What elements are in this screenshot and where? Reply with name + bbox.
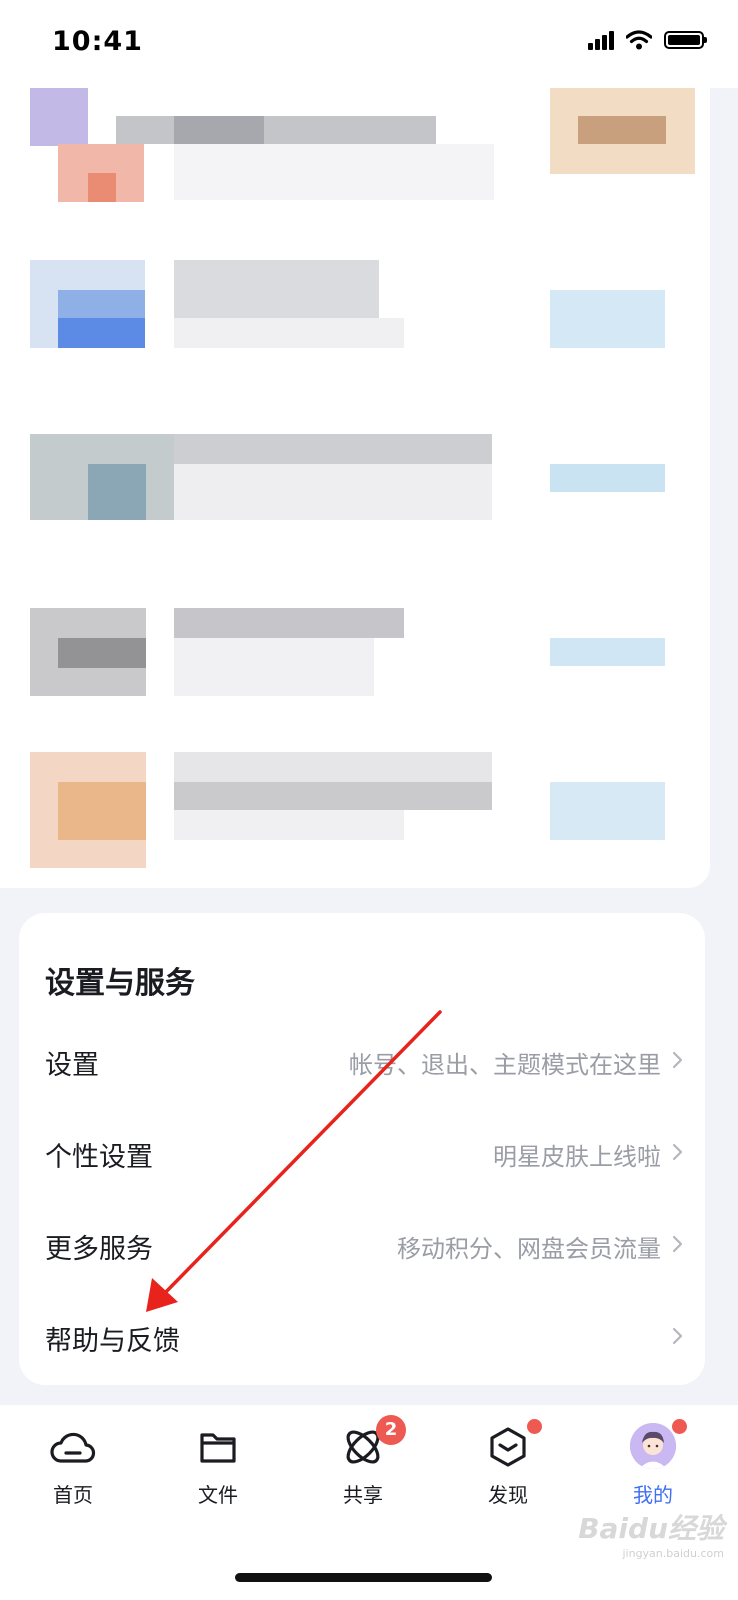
nav-home-label: 首页	[53, 1483, 93, 1507]
discover-dot-badge	[527, 1419, 542, 1434]
redacted-list-item[interactable]	[0, 260, 710, 410]
nav-home[interactable]: 首页	[18, 1423, 128, 1513]
share-badge: 2	[376, 1415, 406, 1445]
more-services-row-desc: 移动积分、网盘会员流量	[397, 1235, 661, 1263]
redacted-list-item[interactable]	[0, 752, 710, 888]
settings-services-card: 设置与服务 设置 帐号、退出、主题模式在这里 个性设置 明星皮肤上线啦 更多服务…	[19, 913, 705, 1385]
section-title: 设置与服务	[45, 966, 195, 1001]
avatar	[630, 1423, 676, 1469]
watermark-url: jingyan.baidu.com	[622, 1547, 724, 1560]
status-icons	[588, 30, 707, 50]
more-services-row-label: 更多服务	[45, 1234, 153, 1265]
nav-files-label: 文件	[198, 1483, 238, 1507]
folder-icon	[200, 1433, 236, 1463]
cloud-icon	[50, 1432, 96, 1463]
bottom-nav: 首页 文件 2 共享 发现 我的	[0, 1405, 738, 1600]
battery-icon	[664, 31, 707, 49]
personalization-row-desc: 明星皮肤上线啦	[493, 1143, 661, 1171]
watermark-brand: Baidu经验	[578, 1512, 724, 1545]
nav-share[interactable]: 2 共享	[308, 1415, 418, 1513]
nav-discover-label: 发现	[488, 1483, 528, 1507]
help-feedback-row[interactable]: 帮助与反馈	[19, 1291, 705, 1383]
cellular-signal-icon	[588, 30, 614, 50]
wifi-icon	[626, 30, 652, 50]
settings-row-desc: 帐号、退出、主题模式在这里	[349, 1051, 661, 1079]
more-services-row[interactable]: 更多服务 移动积分、网盘会员流量	[19, 1199, 705, 1291]
nav-discover[interactable]: 发现	[453, 1419, 563, 1513]
watermark: Baidu经验 jingyan.baidu.com	[578, 1507, 724, 1560]
status-time: 10:41	[52, 26, 143, 57]
settings-row[interactable]: 设置 帐号、退出、主题模式在这里	[19, 1015, 705, 1107]
personalization-row-label: 个性设置	[45, 1142, 153, 1173]
redacted-list-item[interactable]	[0, 608, 710, 758]
redacted-list-item[interactable]	[0, 434, 710, 584]
nav-share-label: 共享	[343, 1483, 383, 1507]
nav-files[interactable]: 文件	[163, 1423, 273, 1513]
personalization-row[interactable]: 个性设置 明星皮肤上线啦	[19, 1107, 705, 1199]
redacted-list-item[interactable]	[0, 88, 710, 238]
nav-mine-label: 我的	[633, 1483, 673, 1507]
discover-cube-icon	[490, 1427, 526, 1467]
status-bar: 10:41	[0, 0, 738, 88]
chevron-right-icon	[672, 1327, 683, 1345]
chevron-right-icon	[672, 1235, 683, 1253]
home-indicator[interactable]	[235, 1573, 492, 1582]
help-feedback-row-label: 帮助与反馈	[45, 1326, 180, 1357]
mine-dot-badge	[672, 1419, 687, 1434]
settings-row-label: 设置	[45, 1050, 99, 1081]
nav-mine[interactable]: 我的	[598, 1419, 708, 1513]
chevron-right-icon	[672, 1143, 683, 1161]
chevron-right-icon	[672, 1051, 683, 1069]
redacted-content-list	[0, 88, 710, 888]
